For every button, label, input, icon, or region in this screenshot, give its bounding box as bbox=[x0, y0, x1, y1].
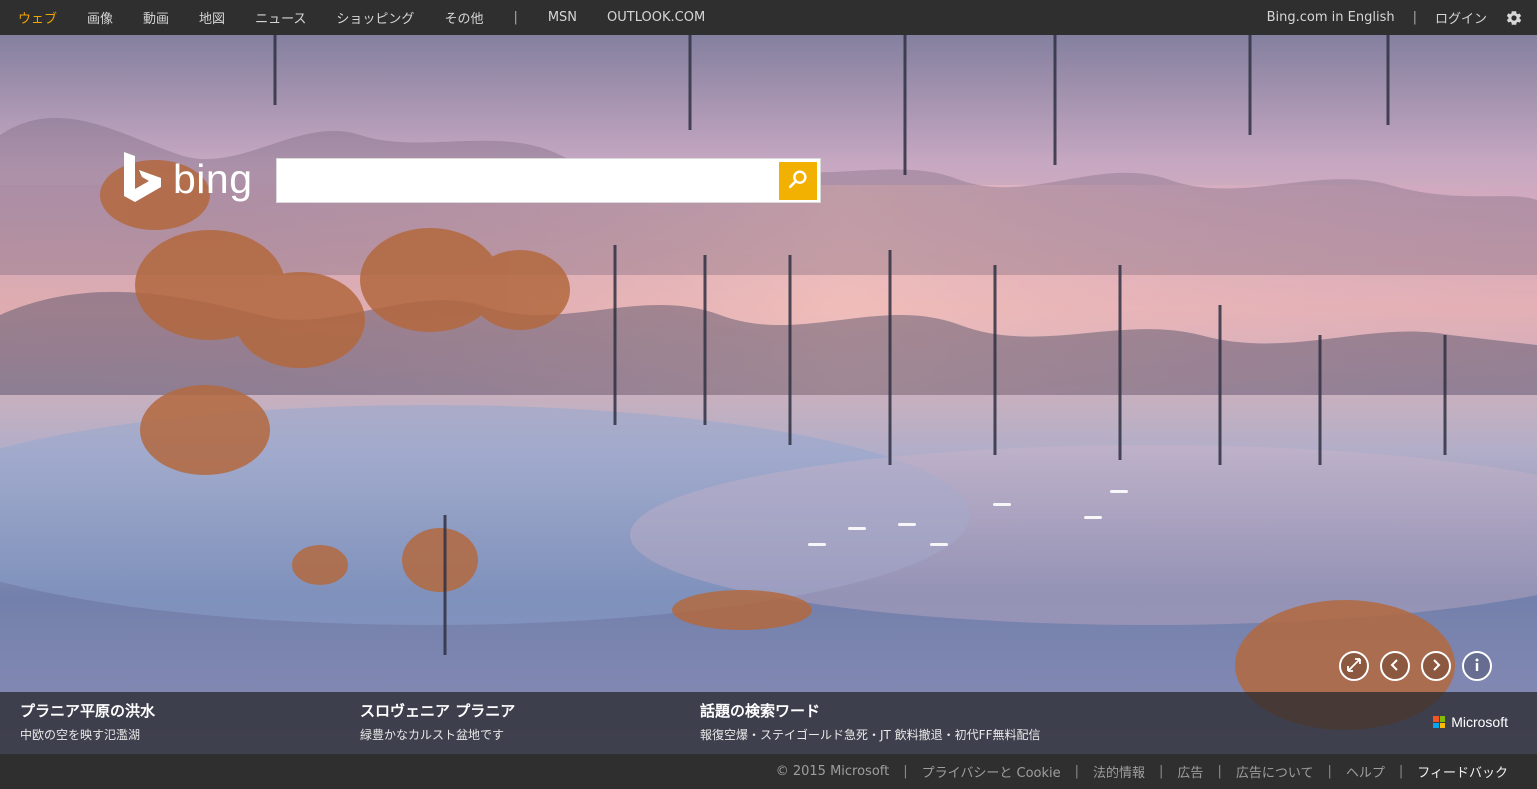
info-item-1-title: プラニア平原の洪水 bbox=[20, 702, 156, 720]
chevron-left-icon-svg bbox=[1390, 658, 1398, 671]
footer-separator-2: | bbox=[1074, 764, 1080, 779]
footer-privacy-link[interactable]: プライバシーと Cookie bbox=[922, 762, 1061, 781]
top-nav-left: ウェブ 画像 動画 地図 ニュース ショッピング その他 | MSN OUTLO… bbox=[0, 0, 735, 35]
chevron-left-icon bbox=[1388, 658, 1402, 675]
ms-red-square bbox=[1433, 716, 1439, 722]
nav-web[interactable]: ウェブ bbox=[18, 8, 57, 27]
footer-help-link[interactable]: ヘルプ bbox=[1346, 762, 1385, 781]
microsoft-brand[interactable]: Microsoft bbox=[1433, 714, 1508, 730]
info-item-3-title: 話題の検索ワード bbox=[700, 702, 821, 720]
nav-shopping[interactable]: ショッピング bbox=[336, 8, 414, 27]
chevron-right-icon-svg bbox=[1433, 658, 1441, 671]
info-item-2-title: スロヴェニア プラニア bbox=[360, 702, 516, 720]
info-item-3[interactable]: 話題の検索ワード 報復空爆・ステイゴールド急死・JT 飲料撤退・初代FF無料配信 bbox=[700, 700, 1041, 743]
info-icon bbox=[1470, 657, 1484, 676]
image-info-button[interactable] bbox=[1462, 651, 1492, 681]
top-nav-right: Bing.com in English | ログイン bbox=[1267, 0, 1537, 35]
microsoft-label: Microsoft bbox=[1451, 714, 1508, 730]
info-item-1[interactable]: プラニア平原の洪水 中欧の空を映す氾濫湖 bbox=[20, 700, 155, 743]
background-image bbox=[0, 35, 1537, 754]
info-item-3-subtitle: 報復空爆・ステイゴールド急死・JT 飲料撤退・初代FF無料配信 bbox=[700, 728, 1041, 742]
nav-msn[interactable]: MSN bbox=[548, 10, 577, 25]
hero-info-bar: プラニア平原の洪水 中欧の空を映す氾濫湖 スロヴェニア プラニア 緑豊かなカルス… bbox=[0, 692, 1537, 754]
search-box bbox=[276, 158, 821, 203]
footer-feedback-link[interactable]: フィードバック bbox=[1417, 762, 1508, 781]
expand-button[interactable] bbox=[1339, 651, 1369, 681]
footer-separator-6: | bbox=[1398, 764, 1404, 779]
search-input[interactable] bbox=[277, 159, 779, 202]
nav-videos[interactable]: 動画 bbox=[143, 8, 169, 27]
bing-brand[interactable]: bing bbox=[124, 152, 253, 206]
footer-legal-link[interactable]: 法的情報 bbox=[1093, 762, 1145, 781]
footer-about-ads-link[interactable]: 広告について bbox=[1236, 762, 1314, 781]
next-image-button[interactable] bbox=[1421, 651, 1451, 681]
expand-icon bbox=[1346, 657, 1362, 676]
info-item-2-subtitle: 緑豊かなカルスト盆地です bbox=[360, 728, 505, 742]
bing-logo-svg bbox=[124, 152, 161, 202]
brand-name: bing bbox=[173, 155, 253, 202]
footer-separator-4: | bbox=[1217, 764, 1222, 779]
expand-icon-svg bbox=[1347, 657, 1361, 672]
info-item-2[interactable]: スロヴェニア プラニア 緑豊かなカルスト盆地です bbox=[360, 700, 515, 743]
nav-outlook[interactable]: OUTLOOK.COM bbox=[607, 10, 705, 25]
ms-green-square bbox=[1439, 716, 1446, 722]
bing-logo-icon bbox=[124, 152, 165, 206]
search-icon-svg bbox=[788, 170, 807, 189]
footer: © 2015 Microsoft | プライバシーと Cookie | 法的情報… bbox=[0, 754, 1537, 789]
ms-yellow-square bbox=[1439, 722, 1446, 728]
scene-svg bbox=[0, 35, 1537, 754]
bing-homepage: ウェブ 画像 動画 地図 ニュース ショッピング その他 | MSN OUTLO… bbox=[0, 0, 1537, 789]
login-link[interactable]: ログイン bbox=[1435, 8, 1487, 27]
footer-separator-5: | bbox=[1327, 764, 1332, 779]
nav-images[interactable]: 画像 bbox=[87, 8, 113, 27]
previous-image-button[interactable] bbox=[1380, 651, 1410, 681]
nav-news[interactable]: ニュース bbox=[255, 8, 306, 27]
nav-separator: | bbox=[513, 10, 518, 25]
info-item-1-subtitle: 中欧の空を映す氾濫湖 bbox=[20, 728, 141, 742]
footer-copyright: © 2015 Microsoft bbox=[775, 764, 890, 779]
bing-english-link[interactable]: Bing.com in English bbox=[1267, 10, 1395, 25]
footer-separator-1: | bbox=[903, 764, 908, 779]
search-icon bbox=[787, 168, 809, 193]
top-navigation-bar: ウェブ 画像 動画 地図 ニュース ショッピング その他 | MSN OUTLO… bbox=[0, 0, 1537, 35]
chevron-right-icon bbox=[1429, 658, 1443, 675]
ms-blue-square bbox=[1433, 722, 1439, 728]
footer-ads-link[interactable]: 広告 bbox=[1177, 762, 1203, 781]
search-button[interactable] bbox=[779, 161, 817, 200]
gear-icon-svg bbox=[1506, 10, 1522, 25]
nav-right-separator: | bbox=[1412, 10, 1417, 25]
microsoft-logo-icon bbox=[1433, 716, 1446, 728]
info-icon-svg bbox=[1475, 658, 1479, 671]
nav-more[interactable]: その他 bbox=[444, 8, 483, 27]
image-controls bbox=[1339, 651, 1492, 681]
nav-maps[interactable]: 地図 bbox=[199, 8, 225, 27]
footer-separator-3: | bbox=[1159, 764, 1164, 779]
gear-icon[interactable] bbox=[1505, 9, 1523, 27]
